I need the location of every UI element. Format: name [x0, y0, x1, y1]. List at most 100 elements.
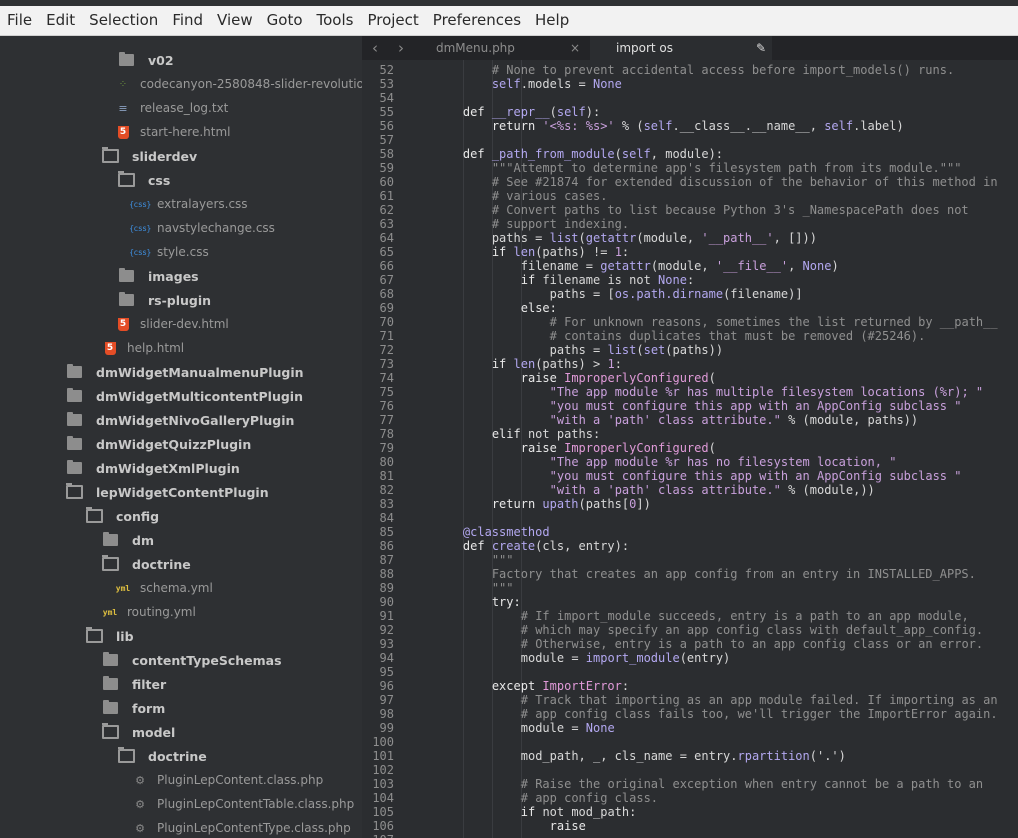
sidebar-item-label: help.html [127, 341, 185, 355]
menu-file[interactable]: File [0, 6, 39, 35]
sidebar-folder[interactable]: sliderdev [0, 144, 362, 168]
sidebar-file[interactable]: yml routing.yml [0, 600, 362, 624]
sidebar-folder[interactable]: dmWidgetXmlPlugin [0, 456, 362, 480]
code-line: if len(paths) > 1: [492, 357, 622, 371]
code-token: (filename)] [723, 287, 803, 301]
code-token: : [614, 357, 622, 371]
menu-find[interactable]: Find [165, 6, 210, 35]
sidebar-file[interactable]: {css} extralayers.css [0, 192, 362, 216]
sidebar-folder[interactable]: dmWidgetNivoGalleryPlugin [0, 408, 362, 432]
menu-goto[interactable]: Goto [260, 6, 310, 35]
sidebar-folder[interactable]: contentTypeSchemas [0, 648, 362, 672]
sidebar-folder[interactable]: lib [0, 624, 362, 648]
code-token: ]) [636, 497, 651, 511]
sidebar-file[interactable]: yml schema.yml [0, 576, 362, 600]
folder-icon [64, 460, 84, 476]
menu-selection[interactable]: Selection [82, 6, 165, 35]
sidebar-folder[interactable]: doctrine [0, 552, 362, 576]
code-token: , [])) [773, 231, 817, 245]
line-number: 54 [379, 91, 394, 105]
project-sidebar[interactable]: v02 ⁘ codecanyon-2580848-slider-revolution… [0, 36, 362, 838]
code-token: "with a 'path' class attribute." [549, 413, 781, 427]
line-number: 66 [379, 259, 394, 273]
sidebar-folder[interactable]: model [0, 720, 362, 744]
sidebar-file[interactable]: {css} style.css [0, 240, 362, 264]
close-icon[interactable]: × [570, 36, 580, 60]
line-number: 100 [372, 735, 394, 749]
code-line: paths = [os.path.dirname(filename)] [550, 287, 803, 301]
sidebar-folder[interactable]: dmWidgetQuizzPlugin [0, 432, 362, 456]
line-number: 69 [379, 301, 394, 315]
folder-open-icon [116, 171, 136, 188]
sidebar-folder[interactable]: css [0, 168, 362, 192]
code-line: def __repr__(self): [463, 105, 600, 119]
sidebar-folder[interactable]: dmWidgetMulticontentPlugin [0, 384, 362, 408]
code-line: return upath(paths[0]) [492, 497, 651, 511]
line-number: 74 [379, 371, 394, 385]
folder-icon [100, 532, 120, 548]
tab-label: import os [616, 41, 674, 55]
sidebar-folder[interactable]: form [0, 696, 362, 720]
sidebar-folder[interactable]: dmWidgetManualmenuPlugin [0, 360, 362, 384]
sidebar-folder[interactable]: doctrine [0, 744, 362, 768]
code-token: ( [636, 343, 644, 357]
menu-preferences[interactable]: Preferences [426, 6, 528, 35]
menu-edit[interactable]: Edit [39, 6, 82, 35]
code-line: # None to prevent accidental access befo… [492, 63, 954, 77]
line-number: 101 [372, 749, 394, 763]
forward-arrow-icon[interactable]: › [388, 36, 414, 60]
sidebar-folder[interactable]: config [0, 504, 362, 528]
code-token: ( [614, 147, 622, 161]
sidebar-item-label: config [116, 508, 160, 524]
code-area[interactable]: # None to prevent accidental access befo… [434, 60, 1018, 838]
sidebar-item-label: filter [132, 676, 167, 692]
tab-import-os[interactable]: import os ✎ [590, 36, 772, 60]
sidebar-item-label: PluginLepContentTable.class.php [157, 797, 355, 811]
code-token: "you must configure this app with an App… [549, 399, 962, 413]
pencil-icon: ✎ [755, 41, 766, 55]
sidebar-file[interactable]: ⚙ PluginLepContentType.class.php [0, 816, 362, 838]
sidebar-item-label: schema.yml [140, 581, 213, 595]
menu-tools[interactable]: Tools [310, 6, 361, 35]
menu-help[interactable]: Help [528, 6, 576, 35]
code-token: ) [831, 259, 839, 273]
sidebar-folder[interactable]: lepWidgetContentPlugin [0, 480, 362, 504]
code-line: if filename is not None: [521, 273, 694, 287]
line-number: 97 [379, 693, 394, 707]
code-token: list [549, 231, 579, 245]
code-token: "you must configure this app with an App… [549, 469, 962, 483]
code-line: # Convert paths to list because Python 3… [492, 203, 969, 217]
line-number: 89 [379, 581, 394, 595]
code-line: # Otherwise, entry is a path to an app c… [521, 637, 983, 651]
sidebar-file[interactable]: ⚙ PluginLepContent.class.php [0, 768, 362, 792]
sidebar-file[interactable]: ⁘ codecanyon-2580848-slider-revolution [0, 72, 362, 96]
code-line: "The app module %r has multiple filesyst… [550, 385, 983, 399]
sidebar-file[interactable]: {css} navstylechange.css [0, 216, 362, 240]
sidebar-folder[interactable]: v02 [0, 48, 362, 72]
sidebar-file[interactable]: 5 slider-dev.html [0, 312, 362, 336]
code-token: """ [491, 553, 514, 567]
sidebar-folder[interactable]: filter [0, 672, 362, 696]
line-number: 80 [379, 455, 394, 469]
sidebar-folder[interactable]: images [0, 264, 362, 288]
line-number: 98 [379, 707, 394, 721]
sidebar-file[interactable]: ⚙ PluginLepContentTable.class.php [0, 792, 362, 816]
menu-view[interactable]: View [210, 6, 260, 35]
line-number: 52 [379, 63, 394, 77]
code-editor[interactable]: 52 53 54 55 56 57 58 59 60 61 62 63 64 65 66 67 68 69 70 71… [362, 60, 1018, 838]
sidebar-folder[interactable]: rs-plugin [0, 288, 362, 312]
sidebar-file[interactable]: 5 help.html [0, 336, 362, 360]
back-arrow-icon[interactable]: ‹ [362, 36, 388, 60]
line-number: 68 [379, 287, 394, 301]
tab-dmmenu[interactable]: dmMenu.php × [414, 36, 590, 60]
code-token: def [462, 539, 492, 553]
code-token: , [788, 259, 803, 273]
menu-project[interactable]: Project [360, 6, 425, 35]
folder-open-icon [84, 507, 104, 524]
line-number: 73 [379, 357, 394, 371]
folder-icon [64, 388, 84, 404]
sidebar-file[interactable]: 5 start-here.html [0, 120, 362, 144]
code-token: .__class__.__name__, [672, 119, 825, 133]
sidebar-file[interactable]: ≡ release_log.txt [0, 96, 362, 120]
sidebar-folder[interactable]: dm [0, 528, 362, 552]
